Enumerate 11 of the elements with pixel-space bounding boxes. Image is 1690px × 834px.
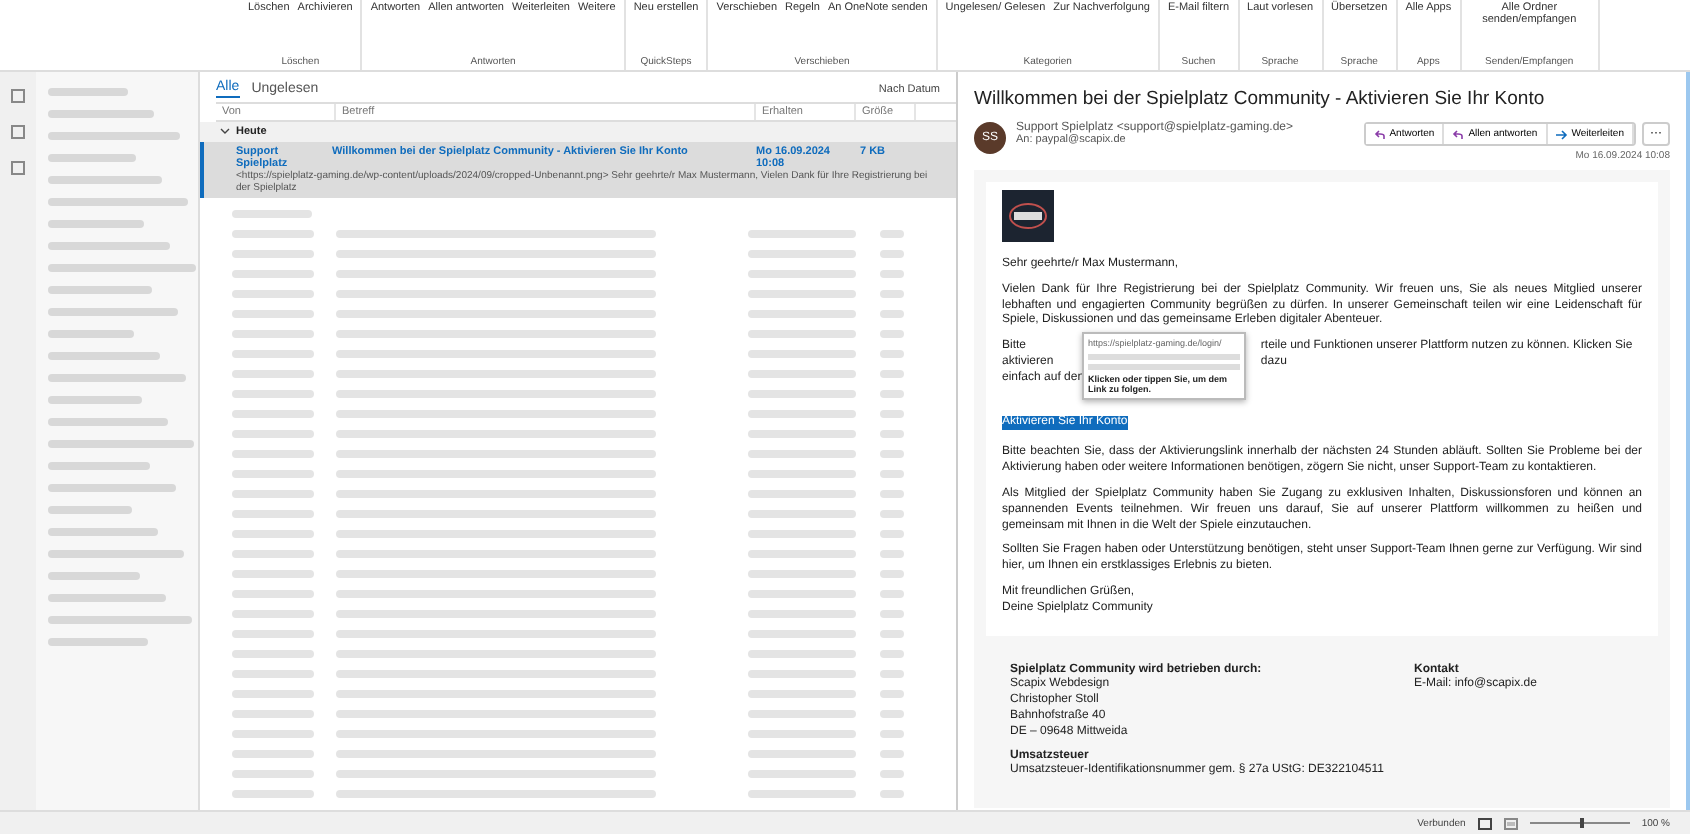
reading-view-icon[interactable] xyxy=(1503,817,1518,829)
nav-icon[interactable] xyxy=(10,160,26,176)
nav-icon[interactable] xyxy=(10,124,26,140)
email-subject: Willkommen bei der Spielplatz Community - Aktivieren Sie Ihr Konto xyxy=(974,88,1547,110)
logo-icon xyxy=(1002,190,1054,242)
reply-icon xyxy=(1452,129,1465,139)
chevron-icon xyxy=(220,126,230,137)
nav-icon[interactable] xyxy=(10,88,26,104)
reply-icon xyxy=(1373,129,1386,139)
forward-icon xyxy=(1555,129,1568,139)
normal-view-icon[interactable] xyxy=(1477,817,1492,829)
